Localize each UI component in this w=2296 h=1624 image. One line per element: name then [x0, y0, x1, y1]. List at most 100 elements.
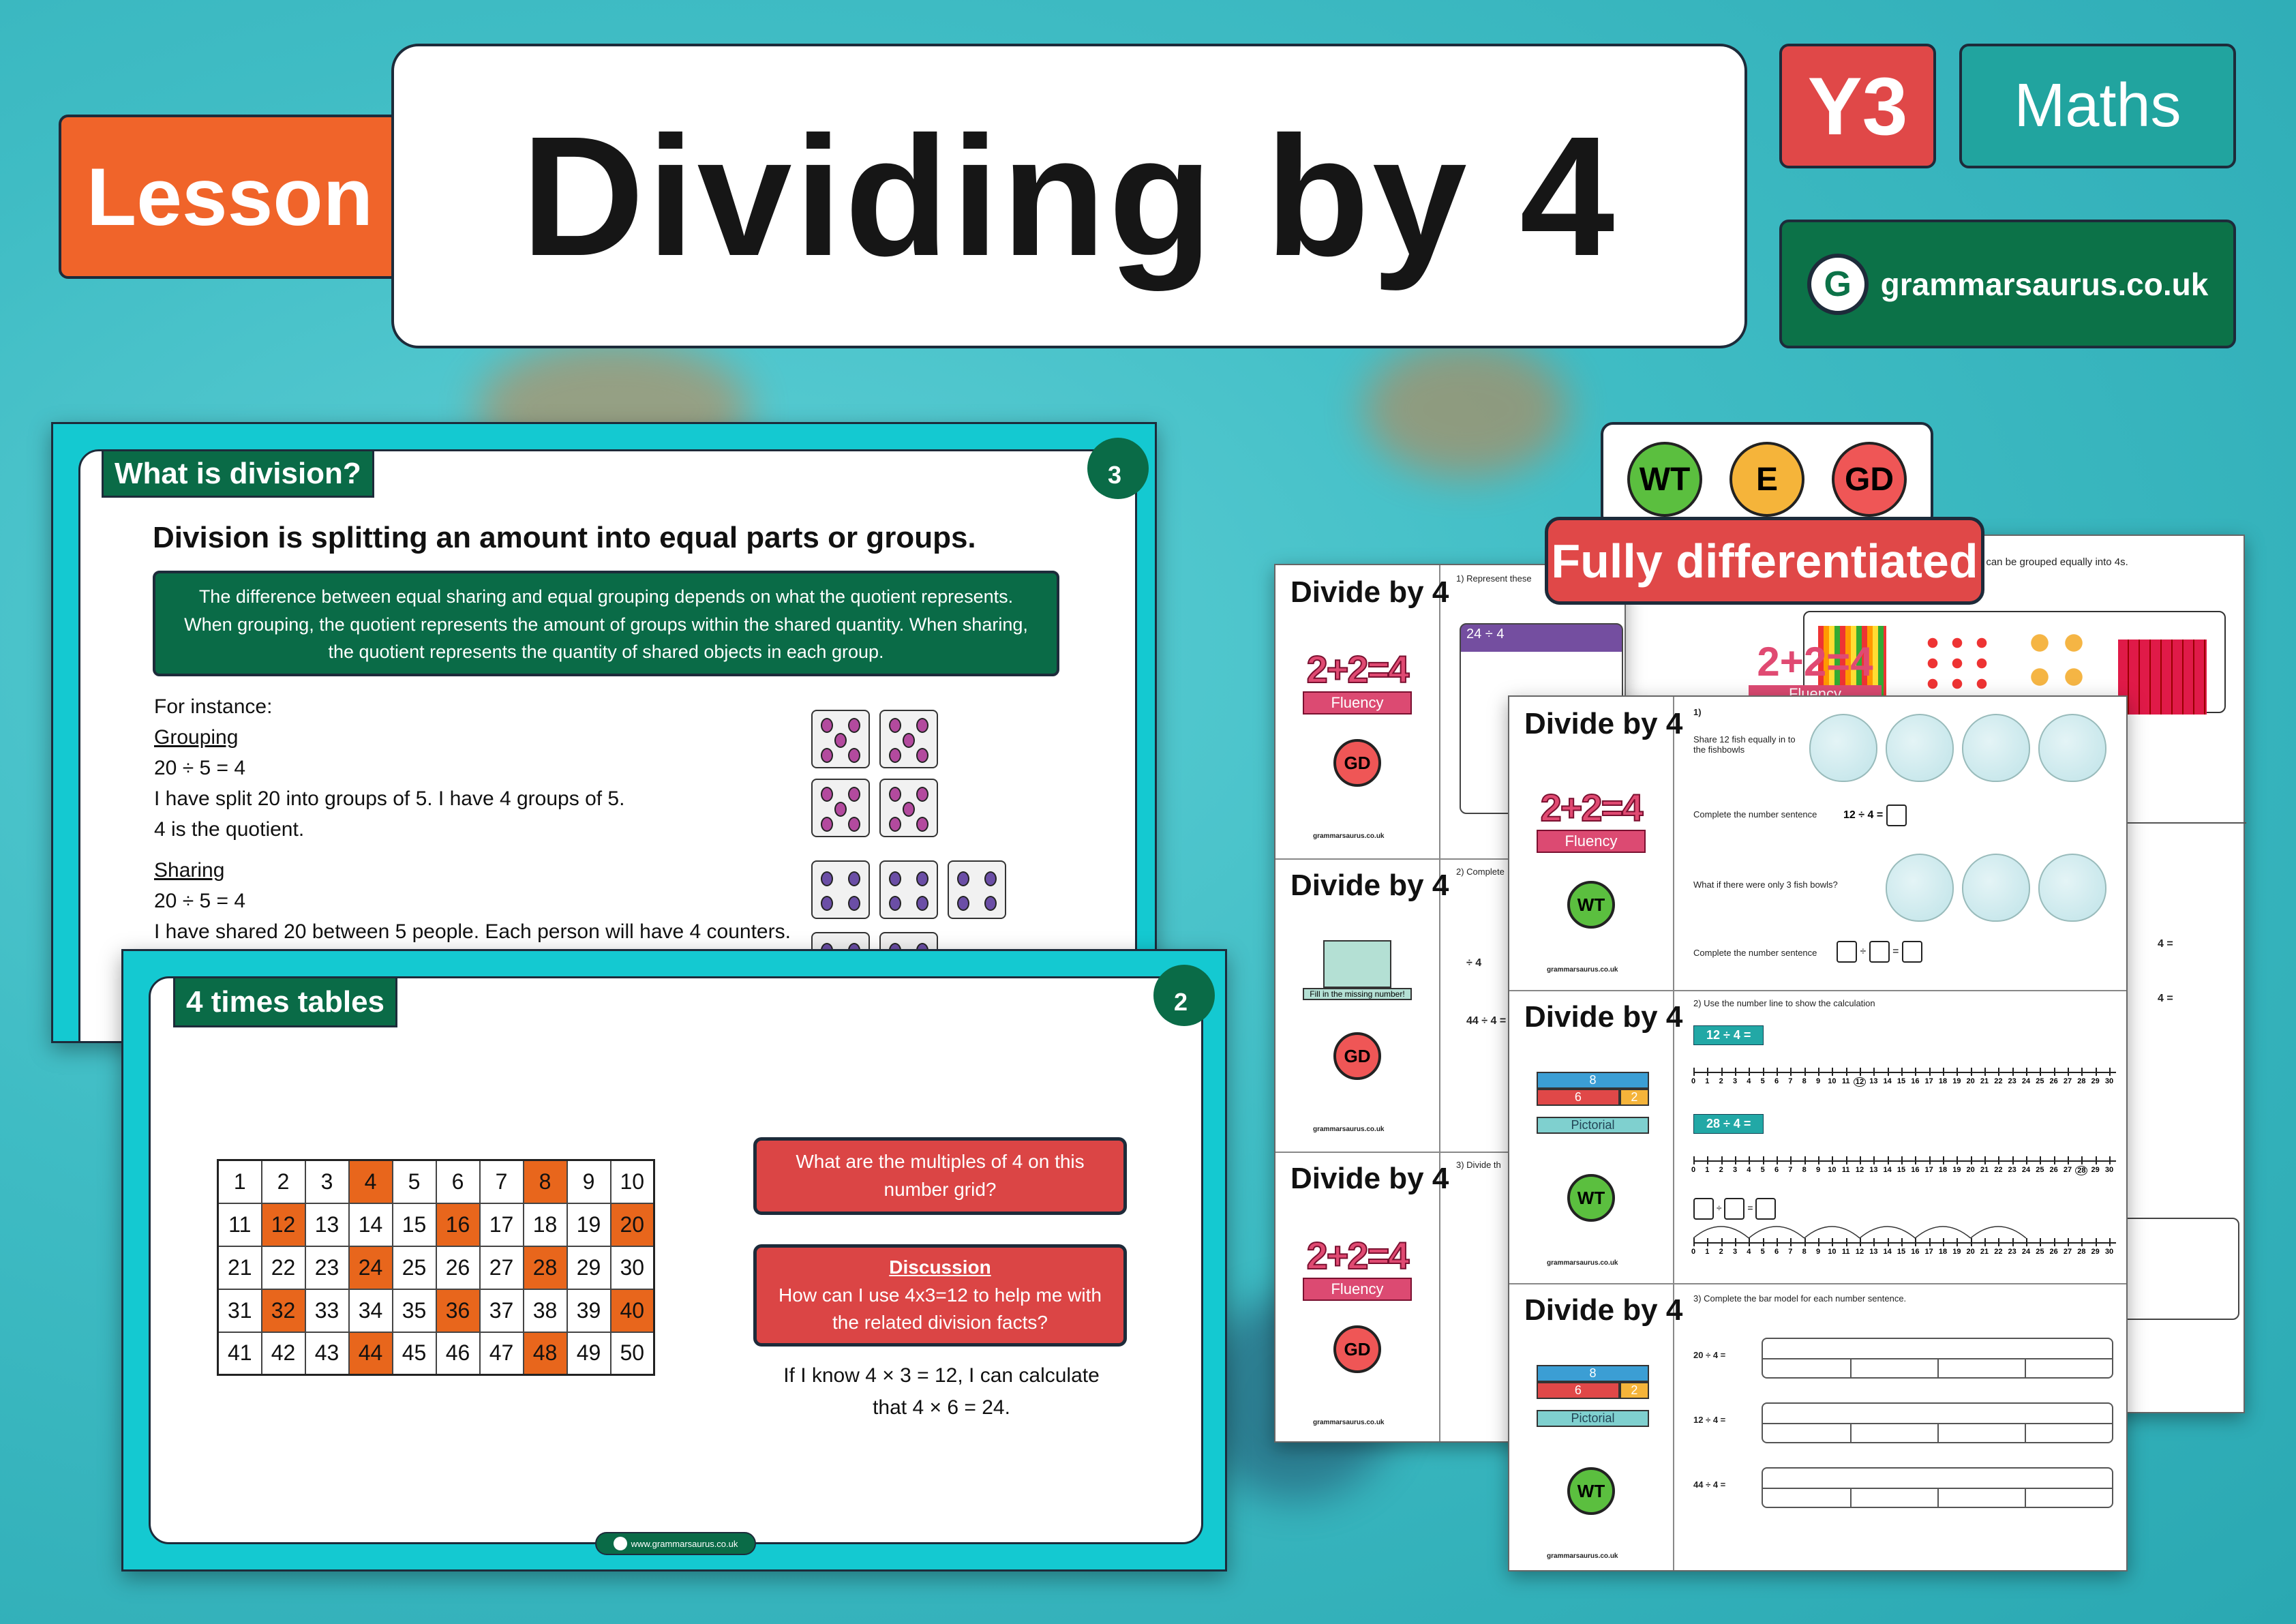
grid-cell: 22 — [260, 1245, 306, 1290]
bar-divider — [2025, 1358, 2026, 1377]
gd-badge: GD — [1832, 442, 1907, 517]
grid-cell: 20 — [609, 1202, 655, 1247]
tick-label: 8 — [1802, 1166, 1807, 1174]
tick-label: 0 — [1691, 1248, 1696, 1256]
tick-label: 0 — [1691, 1077, 1696, 1085]
tick-label: 20 — [1966, 1077, 1975, 1085]
answer-box[interactable] — [1901, 941, 1922, 963]
tick — [2081, 1068, 2083, 1076]
pictorial-label: Pictorial — [1537, 1410, 1649, 1427]
equation: ÷ 4 — [1466, 957, 1482, 969]
footer-url: grammarsaurus.co.uk — [1313, 1126, 1385, 1133]
tick — [1818, 1156, 1819, 1164]
bar-model[interactable] — [1762, 1338, 2113, 1379]
grid-cell: 2 — [260, 1159, 306, 1204]
tick-label: 12 — [1854, 1077, 1866, 1087]
tick — [1915, 1238, 1917, 1246]
dot-icon — [848, 817, 860, 832]
grid-cell: 49 — [566, 1331, 611, 1376]
dot-icon — [984, 871, 997, 886]
slide-tab: What is division? — [102, 449, 374, 498]
q1-equation2: ÷ = — [1837, 941, 1922, 963]
tick — [1984, 1068, 1986, 1076]
grid-cell: 16 — [435, 1202, 481, 1247]
tick-label: 5 — [1760, 1166, 1765, 1174]
divide-sign: ÷ — [1860, 946, 1867, 958]
bar-part: 2 — [1619, 1089, 1649, 1106]
wt-badge: WT — [1567, 881, 1615, 929]
answer-box[interactable] — [1837, 941, 1857, 963]
brand-badge: G grammarsaurus.co.uk — [1779, 220, 2236, 348]
question-label: 1) Represent these — [1456, 573, 1532, 584]
grid-cell: 21 — [217, 1245, 262, 1290]
tick — [2026, 1156, 2027, 1164]
tick-label: 27 — [2063, 1248, 2072, 1256]
tick-label: 20 — [1966, 1248, 1975, 1256]
tick-label: 8 — [1802, 1248, 1807, 1256]
tick-label: 13 — [1869, 1166, 1878, 1174]
answer-box[interactable] — [1869, 941, 1890, 963]
tick — [1873, 1068, 1875, 1076]
page-title: Dividing by 4 — [391, 44, 1747, 348]
q2-eq2-card: 28 ÷ 4 = — [1693, 1114, 1764, 1134]
wt-badge: WT — [1567, 1174, 1615, 1222]
fluency-equation: 2+2=4 — [1540, 785, 1644, 830]
sheet-title: Divide by 4 — [1524, 1293, 1683, 1327]
answer-box[interactable] — [1886, 805, 1907, 826]
tick — [2068, 1156, 2069, 1164]
tick — [1887, 1156, 1889, 1164]
tick-label: 27 — [2063, 1077, 2072, 1085]
year-badge: Y3 — [1779, 44, 1936, 168]
dot-icon — [957, 896, 969, 911]
flowers-image — [2023, 626, 2091, 694]
slide-number: 3 — [1087, 438, 1149, 499]
grid-cell: 45 — [391, 1331, 437, 1376]
grid-cell: 8 — [522, 1159, 568, 1204]
dot-icon — [834, 802, 847, 817]
question-text: What are the multiples of 4 on this numb… — [796, 1151, 1085, 1200]
dice-image — [879, 860, 938, 919]
tick-label: 25 — [2036, 1248, 2044, 1256]
dot-icon — [848, 871, 860, 886]
grid-cell: 6 — [435, 1159, 481, 1204]
dot-icon — [848, 787, 860, 802]
footer-url: grammarsaurus.co.uk — [1313, 1419, 1385, 1426]
q1-what-if: What if there were only 3 fish bowls? — [1693, 879, 1838, 890]
tick — [1721, 1156, 1723, 1164]
bar-model[interactable] — [1762, 1467, 2113, 1508]
dice-image — [879, 779, 938, 837]
dynamite-image — [2118, 640, 2207, 715]
gd-badge: GD — [1333, 1032, 1381, 1080]
bar-divider — [1850, 1488, 1852, 1507]
tick — [1845, 1068, 1847, 1076]
grid-cell: 30 — [609, 1245, 655, 1290]
tick-label: 22 — [1994, 1077, 2003, 1085]
sharing-line1: I have shared 20 between 5 people. Each … — [154, 920, 791, 943]
grid-cell: 41 — [217, 1331, 262, 1376]
tick-label: 14 — [1883, 1077, 1892, 1085]
bar-parts: 62 — [1537, 1089, 1649, 1106]
tick — [1735, 1068, 1736, 1076]
tick-label: 22 — [1994, 1248, 2003, 1256]
tick — [1749, 1156, 1751, 1164]
info-box: The difference between equal sharing and… — [153, 571, 1059, 676]
tick-label: 4 — [1747, 1166, 1751, 1174]
q1-equation: 12 ÷ 4 = — [1843, 805, 1907, 826]
grid-cell: 46 — [435, 1331, 481, 1376]
tick — [1832, 1068, 1834, 1076]
tick-label: 2 — [1719, 1166, 1723, 1174]
q1-number: 1) — [1693, 707, 1702, 717]
tick — [1860, 1238, 1861, 1246]
tick-label: 11 — [1841, 1166, 1850, 1174]
q1-share-text: Share 12 fish equally in to the fishbowl… — [1693, 734, 1796, 755]
tick-label: 30 — [2104, 1248, 2114, 1256]
tick-label: 25 — [2036, 1077, 2044, 1085]
tick-label: 1 — [1705, 1077, 1710, 1085]
dot-icon — [889, 817, 901, 832]
footer-pill[interactable]: www.grammarsaurus.co.uk — [595, 1532, 756, 1555]
sheet-title: Divide by 4 — [1290, 575, 1449, 609]
grid-cell: 44 — [348, 1331, 393, 1376]
tick-label: 2 — [1719, 1077, 1723, 1085]
bar-model[interactable] — [1762, 1402, 2113, 1443]
tick-label: 9 — [1815, 1166, 1821, 1174]
